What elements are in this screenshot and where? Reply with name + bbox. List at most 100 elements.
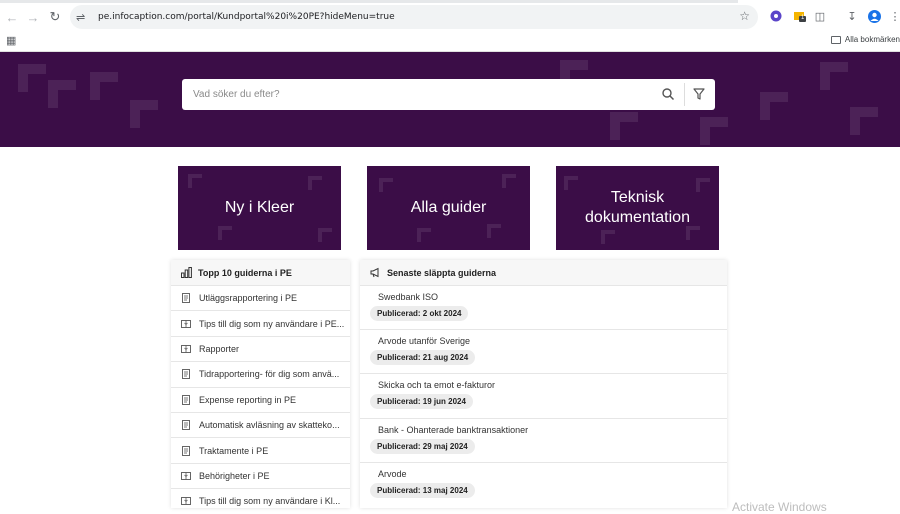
tile-pattern	[188, 174, 202, 188]
latest-item[interactable]: Skicka och ta emot e-fakturor Publicerad:…	[360, 373, 727, 417]
latest-item-title: Arvode utanför Sverige	[370, 336, 727, 346]
hero-pattern	[90, 72, 118, 100]
download-icon[interactable]: ↧	[844, 8, 860, 24]
top10-item-label: Rapporter	[199, 343, 240, 354]
top10-item[interactable]: Tips till dig som ny användare i PE...	[171, 310, 350, 335]
top10-item[interactable]: Tips till dig som ny användare i Kl...	[171, 488, 350, 513]
tile-label: Alla guider	[410, 199, 487, 216]
extensions-puzzle-icon[interactable]: ◫	[812, 8, 828, 24]
top10-item[interactable]: Tidrapportering- för dig som anvä...	[171, 361, 350, 386]
reload-icon[interactable]: ↻	[44, 6, 66, 28]
latest-item[interactable]: Swedbank ISO Publicerad: 2 okt 2024	[360, 285, 727, 329]
latest-item[interactable]: Bank - Ohanterade banktransaktioner Publi…	[360, 417, 727, 462]
latest-list: Swedbank ISO Publicerad: 2 okt 2024 Arvode…	[360, 285, 727, 506]
back-icon[interactable]: ←	[1, 6, 23, 28]
document-icon	[181, 394, 191, 405]
tab-strip-edge	[0, 0, 738, 3]
bar-chart-icon	[181, 267, 192, 278]
latest-panel: Senaste släppta guiderna Swedbank ISO Pub…	[360, 260, 727, 508]
hero-pattern	[610, 112, 638, 140]
top10-item-label: Tidrapportering- för dig som anvä...	[199, 369, 340, 380]
search-box	[182, 79, 715, 110]
latest-item-label: Skicka och ta emot e-fakturor	[378, 380, 496, 391]
tile-teknisk-dokumentation[interactable]: Teknisk dokumentation	[556, 166, 719, 250]
tile-pattern	[601, 230, 615, 244]
latest-item[interactable]: Arvode Publicerad: 13 maj 2024	[360, 461, 727, 506]
apps-grid-icon[interactable]: ▦	[6, 34, 16, 47]
all-bookmarks-button[interactable]: Alla bokmärken	[830, 35, 900, 44]
windows-watermark: Activate Windows	[732, 500, 827, 514]
top10-item-label: Utläggsrapportering i PE	[199, 293, 298, 304]
published-badge: Publicerad: 29 maj 2024	[370, 438, 475, 454]
top10-heading: Topp 10 guiderna i PE	[198, 267, 292, 278]
extension-folder-icon[interactable]: 1	[792, 8, 808, 24]
latest-item-title: Arvode	[370, 469, 727, 479]
tile-pattern	[379, 178, 393, 192]
folder-icon	[830, 35, 841, 44]
latest-item-label: Arvode utanför Sverige	[378, 336, 471, 347]
published-badge: Publicerad: 19 jun 2024	[370, 394, 473, 410]
tile-ny-i-kleer[interactable]: Ny i Kleer	[178, 166, 341, 250]
document-icon	[181, 293, 191, 304]
hero-pattern	[130, 100, 158, 128]
browser-menu-icon[interactable]: ⋮	[887, 8, 900, 24]
tile-pattern	[564, 176, 578, 190]
latest-item-label: Swedbank ISO	[378, 292, 439, 302]
forward-icon[interactable]: →	[22, 6, 44, 28]
tile-pattern	[308, 176, 322, 190]
book-icon	[181, 496, 191, 506]
tile-pattern	[502, 174, 516, 188]
filter-icon[interactable]	[692, 87, 706, 101]
address-bar[interactable]: ⇌ pe.infocaption.com/portal/Kundportal%2…	[70, 5, 758, 29]
tile-pattern	[696, 178, 710, 192]
top10-header: Topp 10 guiderna i PE	[171, 260, 350, 285]
latest-item-title: Skicka och ta emot e-fakturor	[370, 380, 727, 390]
latest-heading: Senaste släppta guiderna	[387, 267, 497, 278]
latest-header: Senaste släppta guiderna	[360, 260, 727, 285]
search-input[interactable]	[193, 89, 643, 100]
top10-item-label: Expense reporting in PE	[199, 394, 297, 405]
latest-item[interactable]: Arvode utanför Sverige Publicerad: 21 aug…	[360, 329, 727, 373]
top10-item[interactable]: Rapporter	[171, 335, 350, 361]
published-badge: Publicerad: 2 okt 2024	[370, 306, 469, 321]
latest-item-title: Bank - Ohanterade banktransaktioner	[370, 425, 727, 435]
tile-pattern	[218, 226, 232, 240]
megaphone-icon	[370, 267, 379, 278]
hero-pattern	[700, 117, 728, 145]
top10-item[interactable]: Automatisk avläsning av skatteko...	[171, 411, 350, 437]
browser-toolbar: ← → ↻ ⇌ pe.infocaption.com/portal/Kundpo…	[0, 0, 900, 32]
hero-pattern	[760, 92, 788, 120]
top10-item-label: Tips till dig som ny användare i PE...	[199, 318, 345, 329]
book-icon	[181, 344, 191, 354]
latest-item-label: Bank - Ohanterade banktransaktioner	[378, 424, 529, 435]
top10-item-label: Automatisk avläsning av skatteko...	[199, 420, 340, 431]
url-text[interactable]: pe.infocaption.com/portal/Kundportal%20i…	[98, 12, 395, 22]
latest-item-title: Swedbank ISO	[370, 292, 727, 302]
profile-avatar-icon[interactable]	[866, 8, 882, 24]
published-badge: Publicerad: 21 aug 2024	[370, 350, 476, 366]
top10-item-label: Behörigheter i PE	[199, 470, 270, 481]
book-icon	[181, 471, 191, 481]
document-icon	[181, 369, 191, 380]
top10-list: Utläggsrapportering i PE Tips till dig so…	[171, 285, 350, 514]
top10-item[interactable]: Expense reporting in PE	[171, 386, 350, 412]
tile-alla-guider[interactable]: Alla guider	[367, 166, 530, 250]
extension-badge: 1	[801, 15, 805, 21]
all-bookmarks-label: Alla bokmärken	[844, 35, 900, 44]
top10-item[interactable]: Utläggsrapportering i PE	[171, 285, 350, 310]
extension-shield-icon[interactable]	[768, 8, 784, 24]
top10-item[interactable]: Behörigheter i PE	[171, 462, 350, 488]
tile-label: Ny i Kleer	[224, 199, 295, 216]
document-icon	[181, 445, 191, 456]
top10-item-label: Traktamente i PE	[199, 445, 269, 456]
site-info-icon[interactable]: ⇌	[76, 11, 94, 24]
hero-pattern	[850, 107, 878, 135]
latest-item-label: Arvode	[378, 468, 407, 479]
bookmark-star-icon[interactable]: ☆	[739, 9, 750, 23]
top10-panel: Topp 10 guiderna i PE Utläggsrapporterin…	[171, 260, 350, 508]
tile-pattern	[318, 228, 332, 242]
top10-item[interactable]: Traktamente i PE	[171, 437, 350, 462]
search-divider	[684, 83, 685, 106]
search-icon[interactable]	[661, 87, 675, 101]
document-icon	[181, 420, 191, 431]
